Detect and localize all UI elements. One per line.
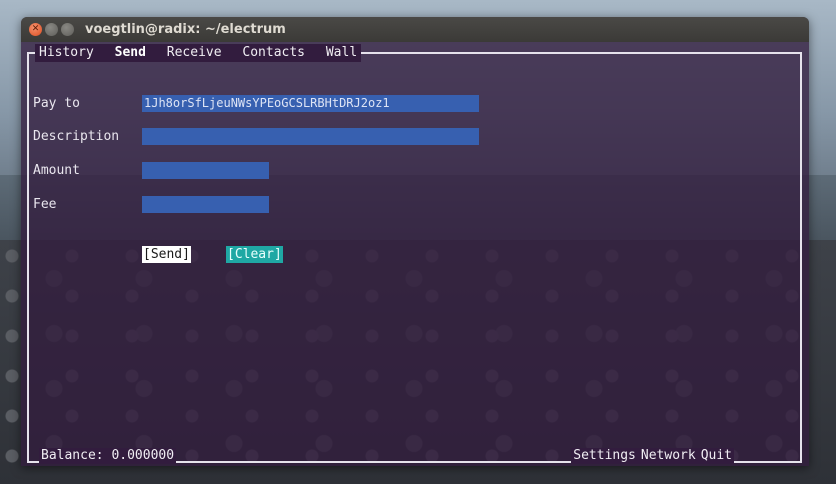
settings-button[interactable]: Settings: [573, 448, 636, 463]
tab-send[interactable]: Send: [115, 44, 146, 62]
minimize-icon[interactable]: [45, 23, 58, 36]
status-menu: Settings Network Quit: [571, 448, 734, 464]
pay-to-input[interactable]: 1Jh8orSfLjeuNWsYPEoGCSLRBHtDRJ2oz1: [142, 95, 479, 112]
pay-to-label: Pay to: [33, 96, 80, 111]
fee-label: Fee: [33, 197, 57, 212]
title-bar[interactable]: ✕ voegtlin@radix: ~/electrum: [21, 17, 809, 42]
clear-button[interactable]: [Clear]: [226, 246, 283, 263]
amount-input[interactable]: [142, 162, 269, 179]
quit-button[interactable]: Quit: [701, 448, 732, 463]
tab-receive[interactable]: Receive: [167, 44, 222, 62]
fee-input[interactable]: [142, 196, 269, 213]
terminal-window: ✕ voegtlin@radix: ~/electrum History Sen…: [21, 17, 809, 466]
tab-bar: History Send Receive Contacts Wall: [35, 44, 362, 62]
tab-history[interactable]: History: [39, 44, 94, 62]
balance-readout: Balance: 0.000000: [39, 448, 177, 464]
amount-label: Amount: [33, 163, 80, 178]
tab-wall[interactable]: Wall: [326, 44, 357, 62]
tab-contacts[interactable]: Contacts: [242, 44, 305, 62]
close-icon[interactable]: ✕: [29, 23, 42, 36]
send-button[interactable]: [Send]: [142, 246, 191, 263]
description-label: Description: [33, 129, 120, 144]
network-button[interactable]: Network: [641, 448, 696, 463]
description-input[interactable]: [142, 128, 479, 145]
maximize-icon[interactable]: [61, 23, 74, 36]
window-title: voegtlin@radix: ~/electrum: [85, 22, 286, 37]
